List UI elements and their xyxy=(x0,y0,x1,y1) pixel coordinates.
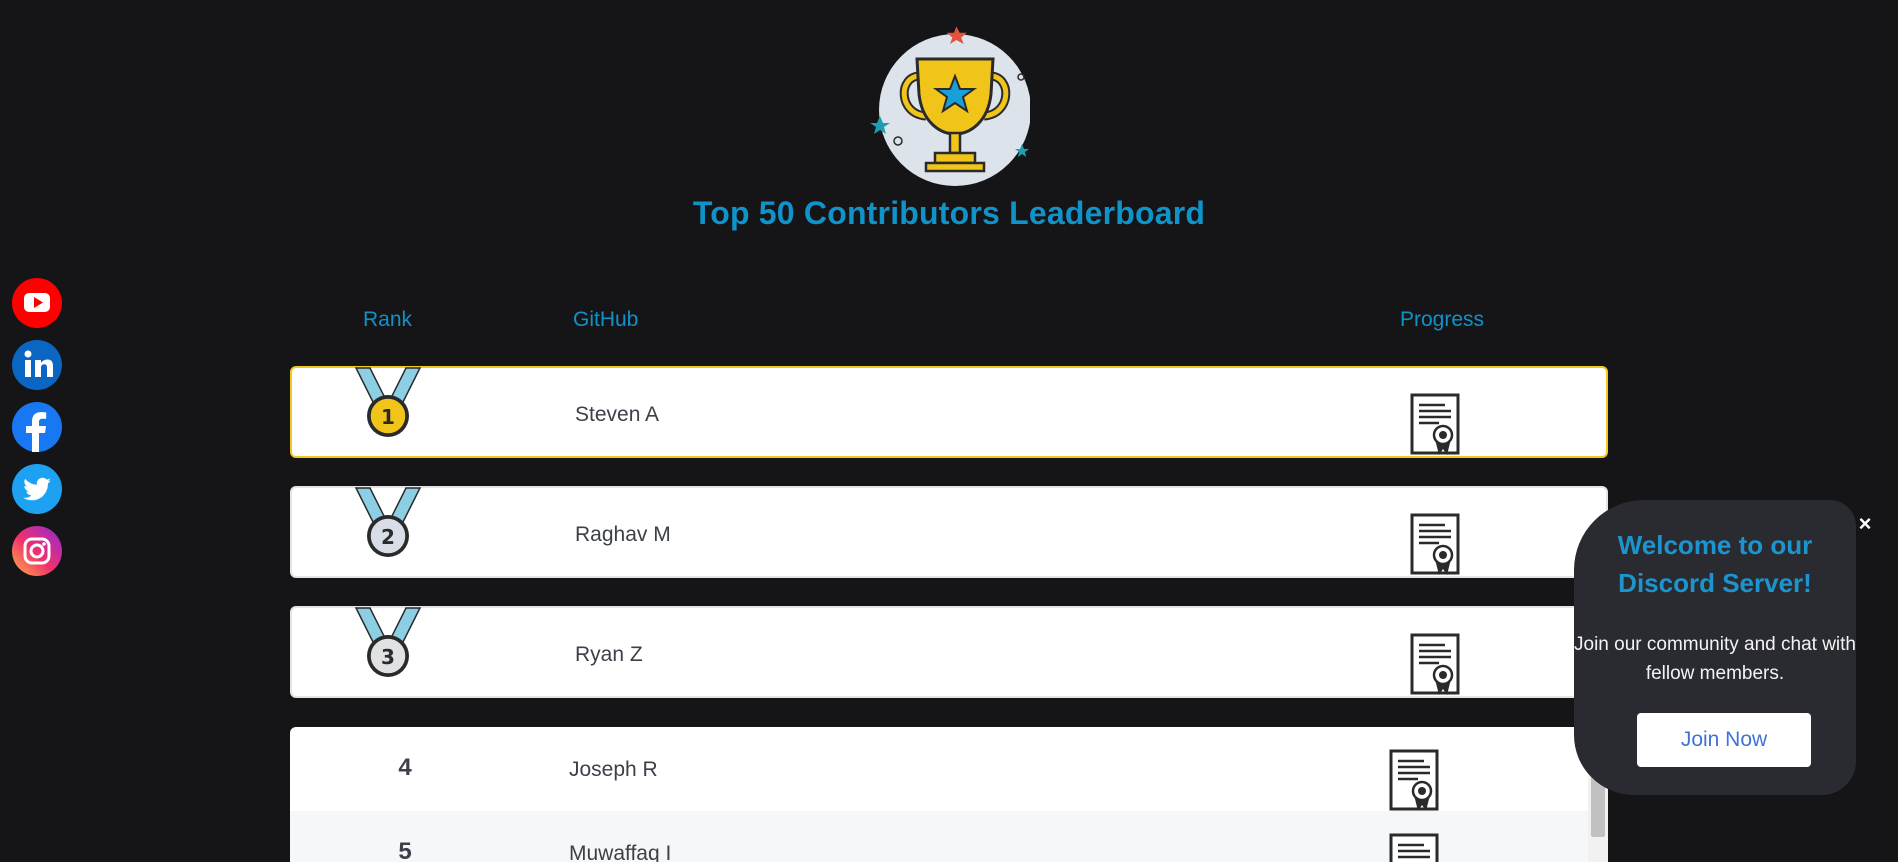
column-progress: Progress xyxy=(1400,308,1485,331)
contributor-name[interactable]: Raghav M xyxy=(575,523,671,547)
linkedin-link[interactable] xyxy=(12,340,62,390)
rank-number: 4 xyxy=(398,754,412,781)
certificate-icon xyxy=(1389,833,1439,862)
certificate-icon xyxy=(1410,393,1460,455)
contributor-name[interactable]: Joseph R xyxy=(569,758,658,782)
leader-row-3[interactable]: 3 Ryan Z xyxy=(290,606,1608,698)
medal-rank-label: 3 xyxy=(381,645,395,669)
page-header: Top 50 Contributors Leaderboard xyxy=(0,0,1898,240)
column-rank: Rank xyxy=(363,308,413,331)
twitter-link[interactable] xyxy=(12,464,62,514)
contributors-list[interactable]: 4 Joseph R 5 Muwaffaq I xyxy=(290,727,1608,862)
trophy-icon xyxy=(870,24,1031,194)
instagram-icon xyxy=(12,526,62,576)
facebook-link[interactable] xyxy=(12,402,62,452)
leader-row-2[interactable]: 2 Raghav M xyxy=(290,486,1608,578)
medal-rank-label: 2 xyxy=(381,525,395,549)
join-now-button[interactable]: Join Now xyxy=(1637,713,1811,767)
discord-popup: Welcome to our Discord Server! Join our … xyxy=(1574,500,1856,795)
rank-number: 5 xyxy=(398,838,412,862)
column-github: GitHub xyxy=(573,308,639,331)
medal-rank-label: 1 xyxy=(381,405,395,429)
popup-text: Join our community and chat with fellow … xyxy=(1574,634,1856,684)
linkedin-icon xyxy=(12,340,62,390)
contributor-name[interactable]: Ryan Z xyxy=(575,643,643,667)
certificate-icon xyxy=(1389,749,1439,811)
popup-title: Welcome to our Discord Server! xyxy=(1617,530,1813,598)
contributor-name[interactable]: Muwaffaq I xyxy=(569,842,671,862)
instagram-link[interactable] xyxy=(12,526,62,576)
table-header: Rank GitHub Progress xyxy=(0,308,1898,338)
table-row[interactable]: 5 Muwaffaq I xyxy=(290,811,1588,862)
gold-medal-icon: 1 xyxy=(354,367,422,437)
certificate-icon xyxy=(1410,633,1460,695)
close-icon[interactable]: × xyxy=(1853,512,1877,536)
bronze-medal-icon: 3 xyxy=(354,607,422,677)
facebook-icon xyxy=(12,402,62,452)
twitter-icon xyxy=(12,464,62,514)
table-row[interactable]: 4 Joseph R xyxy=(290,727,1588,811)
page-title: Top 50 Contributors Leaderboard xyxy=(692,195,1206,231)
silver-medal-icon: 2 xyxy=(354,487,422,557)
contributor-name[interactable]: Steven A xyxy=(575,403,659,427)
certificate-icon xyxy=(1410,513,1460,575)
leader-row-1[interactable]: 1 Steven A xyxy=(290,366,1608,458)
